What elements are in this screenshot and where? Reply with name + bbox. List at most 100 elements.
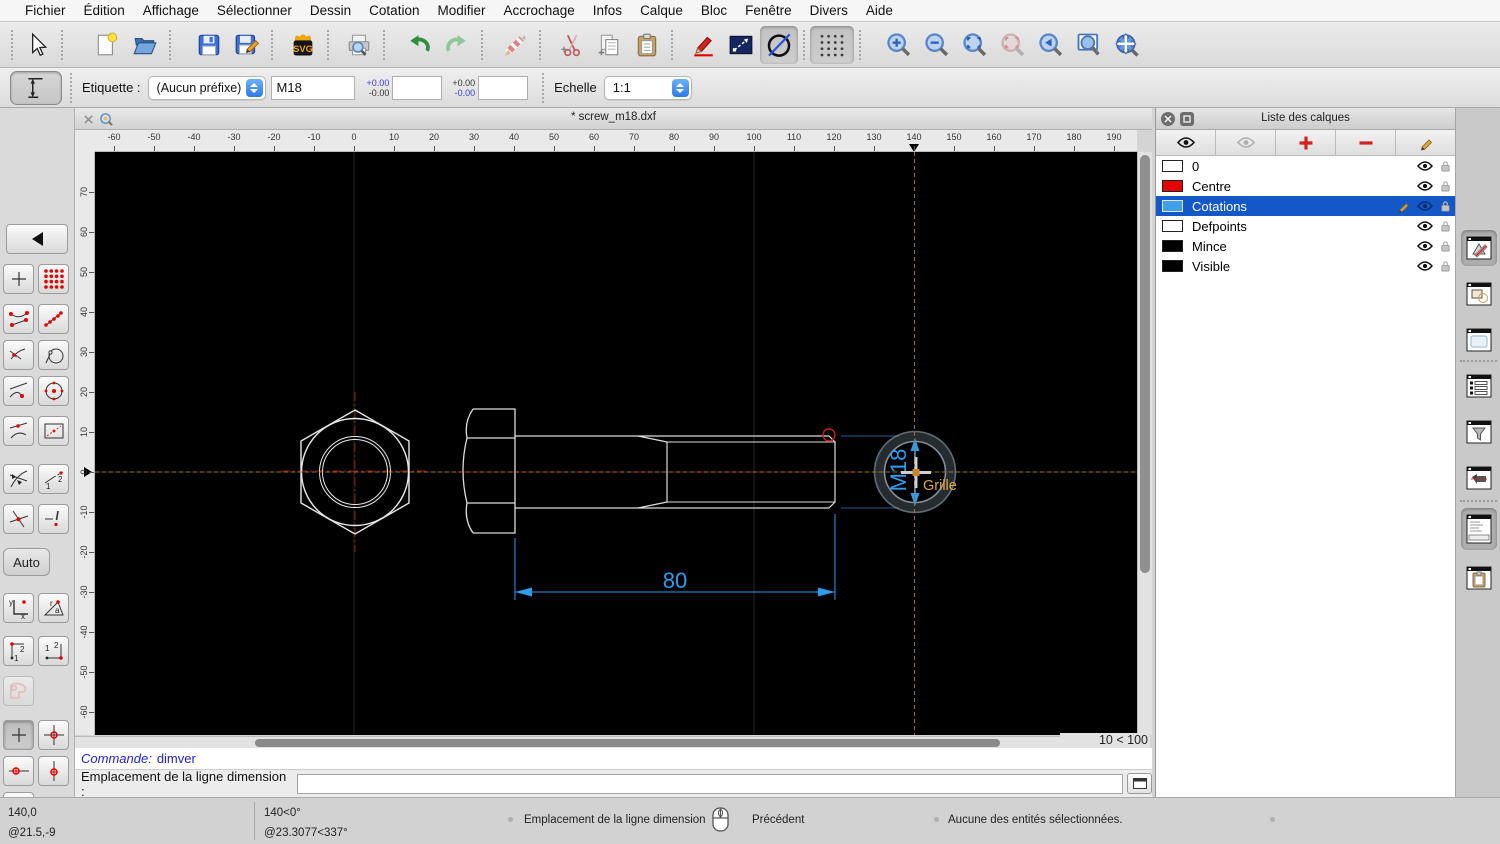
open-file-button[interactable] (126, 26, 164, 64)
relative-zero-free-button[interactable] (3, 720, 34, 750)
snap-box-button[interactable] (38, 416, 69, 446)
cut-button[interactable] (552, 26, 590, 64)
zoom-previous-button[interactable] (994, 26, 1032, 64)
menu-item-fichier[interactable]: Fichier (16, 3, 75, 18)
layer-lock-icon[interactable] (1440, 160, 1451, 173)
layer-lock-icon[interactable] (1440, 200, 1451, 213)
layer-lock-icon[interactable] (1440, 220, 1451, 233)
show-all-layers-button[interactable] (1156, 130, 1216, 155)
snap-auto-button[interactable]: Auto (3, 548, 50, 576)
horizontal-scrollbar-thumb[interactable] (255, 739, 1000, 747)
add-layer-button[interactable] (1276, 130, 1336, 155)
snap-intersection-auto-button[interactable] (3, 464, 34, 494)
filter-dock-button[interactable] (1461, 414, 1497, 450)
corner-coordinate1-button[interactable]: 12 (3, 636, 34, 666)
print-preview-button[interactable] (340, 26, 378, 64)
snap-free-button[interactable] (3, 264, 34, 294)
zoom-window-button[interactable] (1070, 26, 1108, 64)
prefix-dropdown[interactable]: (Aucun préfixe) (147, 75, 266, 100)
svg-export-button[interactable]: SVG (284, 26, 322, 64)
layer-lock-icon[interactable] (1440, 240, 1451, 253)
restrict-nothing-button[interactable] (38, 504, 69, 534)
layer-row-visible[interactable]: Visible (1156, 256, 1455, 276)
menu-item-fenetre[interactable]: Fenêtre (736, 3, 801, 18)
layer-row-0[interactable]: 0 (1156, 156, 1455, 176)
layer-color-swatch[interactable] (1162, 160, 1183, 172)
layer-color-swatch[interactable] (1162, 200, 1183, 212)
snap-tangent-button[interactable] (3, 340, 34, 370)
drawing-canvas[interactable]: 80 M18 Grille (95, 152, 1137, 735)
restrict-horizontal-button[interactable] (3, 756, 34, 786)
hide-all-layers-button[interactable] (1216, 130, 1276, 155)
scale-dropdown[interactable]: 1:1 (603, 75, 692, 100)
snap-on-entity-button[interactable] (38, 304, 69, 334)
zoom-auto-button[interactable] (956, 26, 994, 64)
menu-item-dessin[interactable]: Dessin (301, 3, 360, 18)
tolerance1-input[interactable] (392, 75, 443, 100)
select-pointer-button[interactable] (18, 26, 56, 64)
zoom-out-button[interactable] (918, 26, 956, 64)
layer-visibility-eye-icon[interactable] (1417, 240, 1433, 252)
copy-button[interactable] (590, 26, 628, 64)
command-detach-button[interactable] (1127, 773, 1152, 794)
snap-middle-button[interactable] (3, 416, 34, 446)
entity-list-dock-button[interactable] (1461, 368, 1497, 404)
layer-visibility-eye-icon[interactable] (1417, 220, 1433, 232)
grid-toggle-button[interactable] (810, 25, 854, 64)
menu-item-modifier[interactable]: Modifier (428, 3, 494, 18)
block-list-dock-button[interactable] (1461, 276, 1497, 312)
snap-intersection-manual-button[interactable]: 12 (38, 464, 69, 494)
menu-item-aide[interactable]: Aide (857, 3, 902, 18)
delete-button[interactable] (760, 25, 798, 64)
layer-row-mince[interactable]: Mince (1156, 236, 1455, 256)
snap-distance-button[interactable] (3, 376, 34, 406)
dimension-80[interactable]: 80 (514, 514, 836, 600)
restrict-ortho-button[interactable] (3, 676, 34, 706)
snap-intersection-button[interactable] (3, 504, 34, 534)
zoom-redraw-button[interactable] (1032, 26, 1070, 64)
horizontal-scrollbar[interactable] (75, 736, 1137, 748)
pen-palette-dock-button[interactable] (1461, 460, 1497, 496)
menu-item-bloc[interactable]: Bloc (692, 3, 736, 18)
zoom-pan-button[interactable] (1108, 26, 1146, 64)
vertical-scrollbar[interactable] (1137, 152, 1152, 735)
vertical-scrollbar-thumb[interactable] (1140, 155, 1150, 573)
layer-row-centre[interactable]: Centre (1156, 176, 1455, 196)
snap-circle-button[interactable] (38, 340, 69, 370)
layer-visibility-eye-icon[interactable] (1417, 260, 1433, 272)
vertical-dimension-tool-button[interactable] (10, 71, 62, 105)
snap-endpoint-button[interactable] (3, 304, 34, 334)
save-button[interactable] (190, 26, 228, 64)
layer-visibility-eye-icon[interactable] (1417, 160, 1433, 172)
paste-button[interactable] (628, 26, 666, 64)
layer-edit-pencil-icon[interactable] (1397, 200, 1410, 213)
restrict-vertical-button[interactable] (38, 756, 69, 786)
menu-item-edition[interactable]: Édition (75, 3, 134, 18)
save-as-button[interactable] (228, 26, 266, 64)
layer-row-cotations[interactable]: Cotations (1156, 196, 1455, 216)
menu-item-infos[interactable]: Infos (584, 3, 631, 18)
layer-row-defpoints[interactable]: Defpoints (1156, 216, 1455, 236)
menu-item-affichage[interactable]: Affichage (134, 3, 208, 18)
remove-layer-button[interactable] (1336, 130, 1396, 155)
command-widget-dock-button[interactable] (1461, 508, 1497, 550)
menu-item-calque[interactable]: Calque (631, 3, 692, 18)
library-browser-dock-button[interactable] (1461, 322, 1497, 358)
layer-list-dock-button[interactable] (1461, 230, 1497, 266)
layer-lock-icon[interactable] (1440, 180, 1451, 193)
layer-color-swatch[interactable] (1162, 220, 1183, 232)
layer-lock-icon[interactable] (1440, 260, 1451, 273)
layer-visibility-eye-icon[interactable] (1417, 200, 1433, 212)
zoom-in-button[interactable] (880, 26, 918, 64)
coordinate-polar-button[interactable]: ra (38, 593, 69, 623)
redo-button[interactable] (438, 26, 476, 64)
modify-move-button[interactable] (722, 26, 760, 64)
edit-layer-button[interactable] (1396, 130, 1455, 155)
corner-coordinate2-button[interactable]: 12 (38, 636, 69, 666)
menu-item-accrochage[interactable]: Accrochage (494, 3, 583, 18)
set-relative-zero-button[interactable] (38, 720, 69, 750)
bolt-head-side-view[interactable] (462, 408, 516, 534)
new-file-button[interactable] (88, 26, 126, 64)
clipboard-dock-button[interactable] (1461, 560, 1497, 596)
attributes-pen-button[interactable] (684, 26, 722, 64)
